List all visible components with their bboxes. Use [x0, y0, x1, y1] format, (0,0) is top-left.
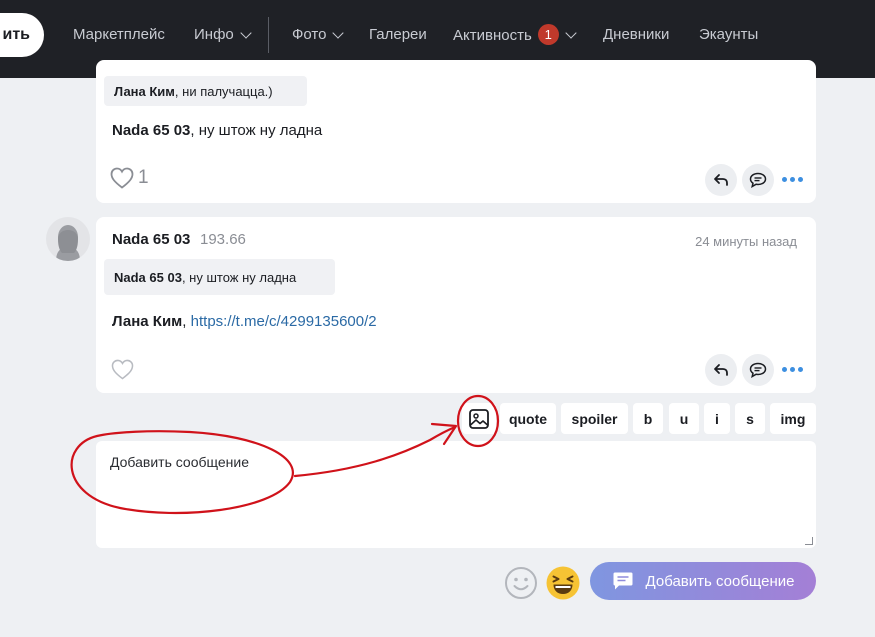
quoted-message: Nada 65 03, ну штож ну ладна	[104, 259, 335, 295]
message-input[interactable]: Добавить сообщение	[96, 441, 816, 548]
quote-format-button[interactable]: quote	[500, 403, 556, 434]
comment-timestamp[interactable]: 24 минуты назад	[695, 234, 797, 249]
header-action-button[interactable]: ить	[0, 13, 44, 57]
nav-accounts[interactable]: Экаунты	[699, 26, 758, 43]
quote-author: Nada 65 03	[114, 269, 182, 285]
speech-bubble-icon	[749, 362, 767, 378]
avatar[interactable]	[46, 217, 90, 261]
image-icon	[469, 408, 489, 429]
strike-format-button[interactable]: s	[735, 403, 765, 434]
smiley-icon	[505, 567, 537, 599]
italic-format-button[interactable]: i	[704, 403, 730, 434]
nav-label: Экаунты	[699, 26, 759, 43]
like-button[interactable]	[111, 359, 134, 385]
nav-galleries[interactable]: Галереи	[369, 26, 427, 43]
reply-icon	[714, 174, 728, 186]
quote-reply-button[interactable]	[742, 164, 774, 196]
nav-label: Активность	[453, 27, 532, 44]
message-input-placeholder: Добавить сообщение	[110, 454, 249, 470]
nav-label: Инфо	[194, 26, 234, 43]
nav-photo[interactable]: Фото	[292, 26, 345, 43]
message-body: , ну штож ну ладна	[190, 122, 323, 139]
more-options-icon[interactable]	[782, 367, 803, 372]
submit-message-button[interactable]: Добавить сообщение	[590, 562, 816, 600]
underline-format-button[interactable]: u	[669, 403, 699, 434]
nav-marketplace[interactable]: Маркетплейс	[73, 26, 165, 43]
reply-button[interactable]	[705, 354, 737, 386]
comma: ,	[182, 313, 191, 330]
comment-author[interactable]: Nada 65 03	[112, 231, 190, 248]
reply-button[interactable]	[705, 164, 737, 196]
resize-handle-icon[interactable]	[805, 537, 813, 545]
message-link[interactable]: https://t.me/c/4299135600/2	[191, 313, 377, 330]
message-text: Nada 65 03, ну штож ну ладна	[112, 122, 322, 139]
smiley-button[interactable]	[504, 566, 538, 605]
submit-label: Добавить сообщение	[645, 572, 795, 590]
quote-reply-button[interactable]	[742, 354, 774, 386]
reply-icon	[714, 364, 728, 376]
nav-divider	[268, 17, 269, 53]
mention-author[interactable]: Лана Ким	[112, 313, 182, 330]
author-rating: 193.66	[200, 231, 246, 248]
heart-icon	[110, 167, 134, 189]
chevron-down-icon	[240, 26, 252, 39]
spoiler-format-button[interactable]: spoiler	[561, 403, 628, 434]
img-tag-button[interactable]: img	[770, 403, 816, 434]
bold-format-button[interactable]: b	[633, 403, 663, 434]
quote-text: , ну штож ну ладна	[181, 269, 297, 285]
user-silhouette-icon	[56, 225, 80, 261]
header-action-label: ить	[2, 26, 30, 43]
chevron-down-icon	[332, 26, 345, 39]
message-text: Лана Ким, https://t.me/c/4299135600/2	[112, 313, 377, 330]
quote-author: Лана Ким	[114, 83, 175, 99]
nav-label: Галереи	[369, 26, 427, 43]
laughing-emoji-icon	[546, 566, 580, 600]
nav-label: Маркетплейс	[73, 26, 165, 43]
quote-text: , ни палучацца.)	[174, 83, 273, 99]
mention-author[interactable]: Nada 65 03	[112, 122, 190, 139]
more-options-icon[interactable]	[782, 177, 803, 182]
nav-activity[interactable]: Активность 1	[453, 24, 577, 45]
chevron-down-icon	[565, 26, 577, 39]
sticker-button[interactable]	[545, 565, 581, 606]
heart-icon	[111, 359, 134, 380]
quoted-message: Лана Ким, ни палучацца.)	[104, 76, 307, 106]
nav-label: Фото	[292, 26, 327, 43]
like-count: 1	[138, 167, 149, 188]
nav-info[interactable]: Инфо	[194, 26, 252, 43]
notification-badge: 1	[537, 24, 559, 45]
like-button[interactable]: 1	[110, 167, 149, 189]
nav-diaries[interactable]: Дневники	[603, 26, 669, 43]
nav-label: Дневники	[603, 26, 670, 43]
speech-bubble-icon	[749, 172, 767, 188]
comment-card: Лана Ким, ни палучацца.) Nada 65 03, ну …	[96, 60, 816, 203]
insert-image-button[interactable]	[462, 403, 496, 434]
message-icon	[613, 572, 633, 590]
